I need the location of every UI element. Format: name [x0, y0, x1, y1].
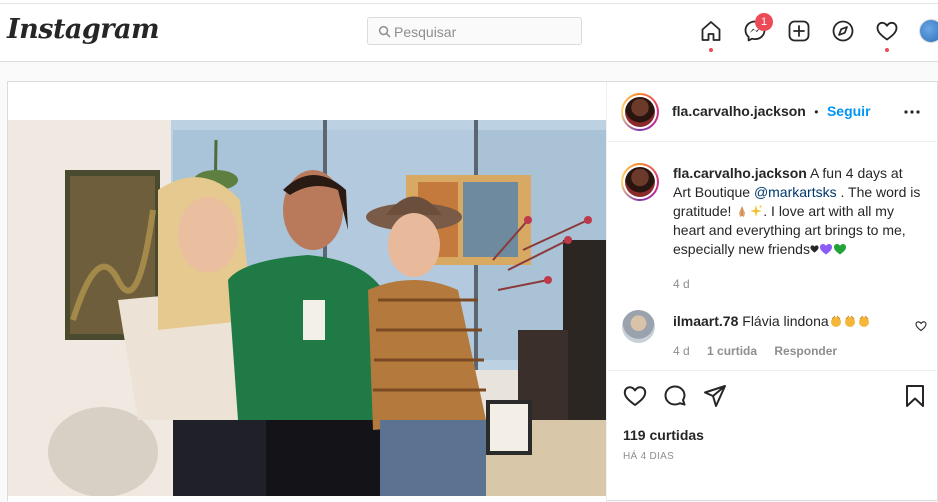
clapping-hands-emoji-icon — [844, 315, 855, 327]
author-avatar[interactable] — [621, 93, 659, 131]
explore-icon[interactable] — [831, 19, 855, 43]
post-header: fla.carvalho.jackson • Seguir — [607, 82, 938, 142]
actions-divider — [607, 370, 938, 371]
sparkle-emoji-icon — [750, 205, 763, 217]
follow-button[interactable]: Seguir — [827, 103, 871, 119]
share-icon[interactable] — [702, 383, 728, 409]
caption-username[interactable]: fla.carvalho.jackson — [673, 165, 807, 181]
activity-dot — [885, 48, 889, 52]
messages-badge: 1 — [755, 13, 773, 31]
more-icon[interactable] — [903, 104, 921, 120]
caption-author-avatar[interactable] — [621, 163, 659, 201]
likes-count[interactable]: 119 curtidas — [623, 427, 704, 443]
search-input[interactable] — [394, 22, 574, 42]
post-media[interactable] — [8, 82, 607, 502]
instagram-logo[interactable]: Instagram — [7, 14, 160, 45]
author-username[interactable]: fla.carvalho.jackson — [672, 103, 806, 119]
search-icon — [378, 25, 391, 38]
author-line: fla.carvalho.jackson • Seguir — [672, 103, 871, 121]
comment-like-icon[interactable] — [915, 320, 927, 332]
caption-mention[interactable]: @markartsks — [754, 184, 837, 200]
green-heart-emoji-icon — [833, 244, 846, 255]
like-icon[interactable] — [622, 383, 648, 409]
home-active-dot — [709, 48, 713, 52]
home-icon[interactable] — [699, 19, 723, 43]
comment: ilmaart.78 Flávia lindona — [673, 313, 871, 329]
folded-hands-emoji-icon — [739, 206, 746, 217]
activity-heart-icon[interactable] — [875, 19, 899, 43]
search-box[interactable] — [367, 17, 582, 45]
save-icon[interactable] — [902, 383, 928, 409]
top-divider — [0, 3, 938, 4]
post-side-panel: fla.carvalho.jackson • Seguir fla.carval… — [607, 82, 938, 502]
comment-text: Flávia lindona — [738, 313, 829, 329]
clapping-hands-emoji-icon — [858, 315, 869, 327]
comment-username[interactable]: ilmaart.78 — [673, 313, 738, 329]
caption-time[interactable]: 4 d — [673, 275, 923, 294]
post-time-ago[interactable]: HÁ 4 DIAS — [623, 451, 674, 462]
comment-time[interactable]: 4 d — [673, 344, 690, 358]
comment-meta: 4 d 1 curtida Responder — [673, 344, 837, 358]
comment-reply-button[interactable]: Responder — [774, 344, 837, 358]
purple-heart-emoji-icon — [819, 244, 832, 255]
header-separator: • — [814, 105, 819, 119]
profile-avatar[interactable] — [919, 19, 938, 43]
commenter-avatar[interactable] — [622, 310, 655, 343]
new-post-icon[interactable] — [787, 19, 811, 43]
comment-likes[interactable]: 1 curtida — [707, 344, 757, 358]
post-card: fla.carvalho.jackson • Seguir fla.carval… — [7, 81, 938, 502]
post-photo — [8, 120, 606, 496]
post-caption: fla.carvalho.jackson A fun 4 days at Art… — [673, 164, 923, 294]
clapping-hands-emoji-icon — [830, 315, 841, 327]
black-heart-emoji-icon — [810, 245, 819, 253]
top-navigation-bar: Instagram 1 — [0, 0, 938, 62]
comment-icon[interactable] — [662, 383, 688, 409]
